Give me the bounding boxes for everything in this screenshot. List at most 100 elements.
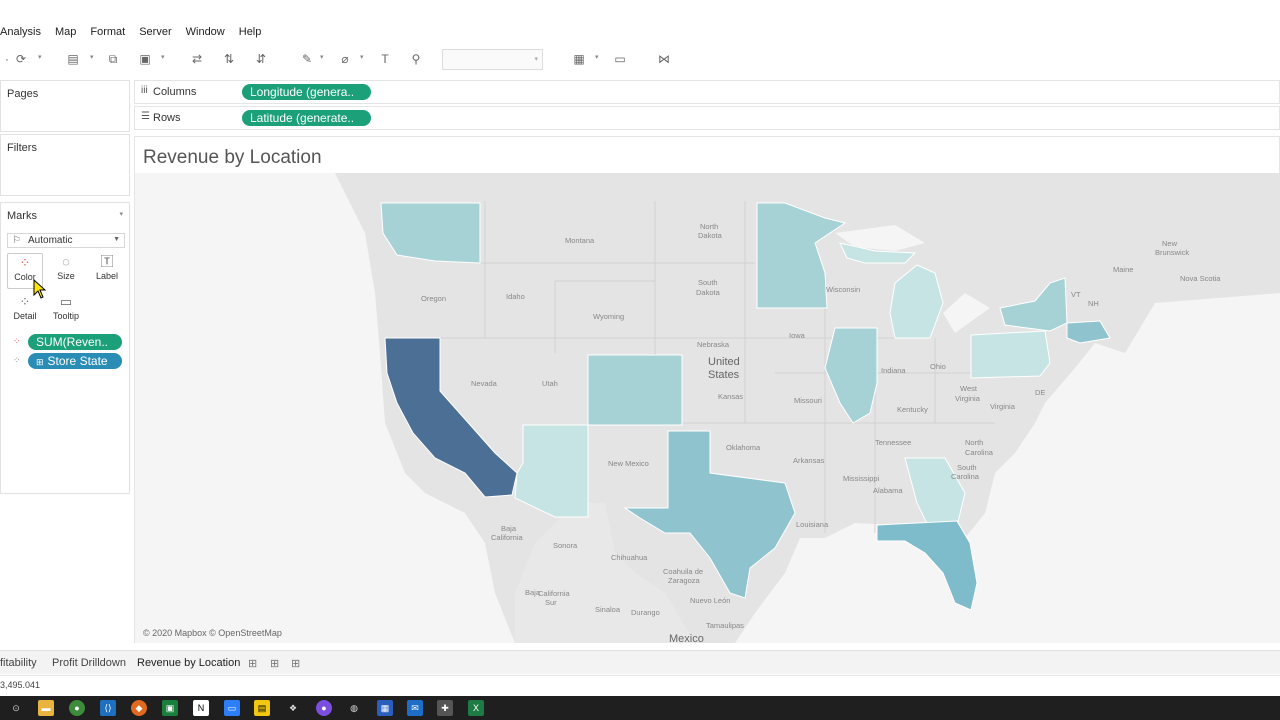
left-panel: Pages Filters Marks ▾ ⚐ Automatic ▼ ⁘ Co… — [0, 80, 130, 646]
pages-card[interactable]: Pages — [0, 80, 130, 132]
mail-icon[interactable]: ✉ — [407, 700, 423, 716]
store-state-pill[interactable]: ⊞ Store State — [28, 353, 122, 369]
show-me-dropdown-icon[interactable]: ▾ — [595, 53, 599, 61]
app-green-icon[interactable]: ▣ — [162, 700, 178, 716]
group-icon[interactable]: ⌀ — [338, 52, 352, 66]
map-credit[interactable]: © 2020 Mapbox © OpenStreetMap — [143, 628, 282, 638]
menu-help[interactable]: Help — [239, 26, 262, 38]
label-mississippi: Mississippi — [843, 474, 880, 483]
marks-title: Marks — [7, 210, 37, 222]
label-virginia: Virginia — [990, 402, 1016, 411]
sticky-notes-icon[interactable]: ▤ — [254, 700, 270, 716]
longitude-pill[interactable]: Longitude (genera.. — [242, 84, 371, 100]
clear-sheet-icon[interactable]: ▣ — [138, 52, 152, 66]
label-nova-scotia: Nova Scotia — [1180, 274, 1221, 283]
duplicate-icon[interactable]: ⧉ — [106, 52, 120, 66]
vscode-icon[interactable]: ⟨⟩ — [100, 700, 116, 716]
chevron-down-icon: ▼ — [113, 236, 120, 243]
app-orange-icon[interactable]: ◆ — [131, 700, 147, 716]
map[interactable]: Montana North Dakota South Dakota Oregon… — [135, 173, 1280, 643]
excel-icon[interactable]: X — [468, 700, 484, 716]
tab-profit-drilldown[interactable]: Profit Drilldown — [52, 657, 126, 669]
label-new-mexico: New Mexico — [608, 459, 649, 468]
tooltip-label: Tooltip — [52, 311, 79, 321]
label-utah: Utah — [542, 379, 558, 388]
label-south-carolina-1: South — [957, 463, 977, 472]
map-svg[interactable]: Montana North Dakota South Dakota Oregon… — [135, 173, 1280, 643]
sort-ascending-icon[interactable]: ⇅ — [222, 52, 236, 66]
label-baja-california-sur-2: California — [538, 589, 571, 598]
menu-map[interactable]: Map — [55, 26, 76, 38]
highlight-dropdown-icon[interactable]: ▾ — [320, 53, 324, 61]
size-button[interactable]: ◌ Size — [48, 253, 84, 289]
rows-shelf[interactable]: ☰ Rows Latitude (generate.. — [134, 106, 1280, 130]
presentation-icon[interactable]: ▭ — [613, 52, 627, 66]
highlight-icon[interactable]: ✎ — [300, 52, 314, 66]
label-missouri: Missouri — [794, 396, 822, 405]
label-united: United — [708, 356, 740, 368]
show-labels-icon[interactable]: T — [378, 52, 392, 66]
latitude-pill[interactable]: Latitude (generate.. — [242, 110, 371, 126]
group-dropdown-icon[interactable]: ▾ — [360, 53, 364, 61]
label-sonora: Sonora — [553, 541, 578, 550]
label-tamaulipas: Tamaulipas — [706, 621, 744, 630]
label-west-virginia-2: Virginia — [955, 394, 981, 403]
new-worksheet-tab-icon[interactable]: ⊞ — [248, 657, 257, 670]
menu-format[interactable]: Format — [90, 26, 125, 38]
label-north-dakota-1: North — [700, 222, 718, 231]
state-washington[interactable] — [380, 202, 481, 264]
label-button[interactable]: 🅃 Label — [89, 253, 125, 289]
menu-server[interactable]: Server — [139, 26, 171, 38]
tooltip-button[interactable]: ▭ Tooltip — [48, 293, 84, 329]
swap-icon[interactable]: ⇄ — [190, 52, 204, 66]
globe-icon[interactable]: ◍ — [346, 700, 362, 716]
columns-label: Columns — [153, 86, 197, 98]
refresh-dropdown-icon[interactable]: ▾ — [38, 53, 42, 61]
refresh-icon[interactable]: ⟳ — [14, 52, 28, 66]
label-nh: NH — [1088, 299, 1099, 308]
new-worksheet-icon[interactable]: ▤ — [66, 52, 80, 66]
share-icon[interactable]: ⋈ — [657, 52, 671, 66]
label-wyoming: Wyoming — [593, 312, 624, 321]
sum-revenue-pill[interactable]: SUM(Reven.. — [28, 334, 122, 350]
clear-dropdown-icon[interactable]: ▾ — [161, 53, 165, 61]
filters-card[interactable]: Filters — [0, 134, 130, 196]
menu-window[interactable]: Window — [186, 26, 225, 38]
file-explorer-icon[interactable]: ▬ — [38, 700, 54, 716]
new-dashboard-tab-icon[interactable]: ⊞ — [270, 657, 279, 670]
back-icon[interactable]: · — [0, 52, 14, 66]
notion-icon[interactable]: N — [193, 700, 209, 716]
state-arizona[interactable] — [514, 424, 589, 518]
app-bird-icon[interactable]: ❖ — [285, 700, 301, 716]
pin-icon[interactable]: ⚲ — [409, 52, 423, 66]
new-worksheet-dropdown-icon[interactable]: ▾ — [90, 53, 94, 61]
state-pennsylvania[interactable] — [970, 330, 1051, 379]
columns-shelf[interactable]: iii Columns Longitude (genera.. — [134, 80, 1280, 104]
sort-descending-icon[interactable]: ⇵ — [254, 52, 268, 66]
fit-combo[interactable]: ▾ — [442, 49, 543, 70]
label-sinaloa: Sinaloa — [595, 605, 621, 614]
label-idaho: Idaho — [506, 292, 525, 301]
calendar-icon[interactable]: ▦ — [377, 700, 393, 716]
chrome-icon[interactable]: ● — [69, 700, 85, 716]
new-story-tab-icon[interactable]: ⊞ — [291, 657, 300, 670]
tableau-icon[interactable]: ✚ — [437, 700, 453, 716]
mark-type-dropdown[interactable]: ⚐ Automatic ▼ — [7, 233, 125, 248]
state-colorado[interactable] — [587, 354, 683, 426]
pages-title: Pages — [7, 88, 39, 100]
search-icon[interactable]: ⊙ — [8, 700, 24, 716]
label-south-carolina-2: Carolina — [951, 472, 980, 481]
label-baja-california-1: Baja — [501, 524, 517, 533]
label-coahuila-1: Coahuila de — [663, 567, 703, 576]
status-value: 3,495.041 — [0, 680, 41, 690]
marks-collapse-icon[interactable]: ▾ — [119, 210, 123, 218]
label-north-carolina-2: Carolina — [965, 448, 994, 457]
tab-revenue-by-location[interactable]: Revenue by Location — [137, 657, 240, 669]
mouse-cursor-icon — [33, 279, 47, 299]
menu-analysis[interactable]: Analysis — [0, 26, 41, 38]
zoom-icon[interactable]: ▭ — [224, 700, 240, 716]
app-purple-icon[interactable]: ● — [316, 700, 332, 716]
tab-profitability[interactable]: fitability — [0, 657, 37, 669]
taskbar: ⊙ ▬ ● ⟨⟩ ◆ ▣ N ▭ ▤ ❖ ● ◍ ▦ ✉ ✚ X — [0, 696, 1280, 720]
show-me-icon[interactable]: ▦ — [572, 52, 586, 66]
